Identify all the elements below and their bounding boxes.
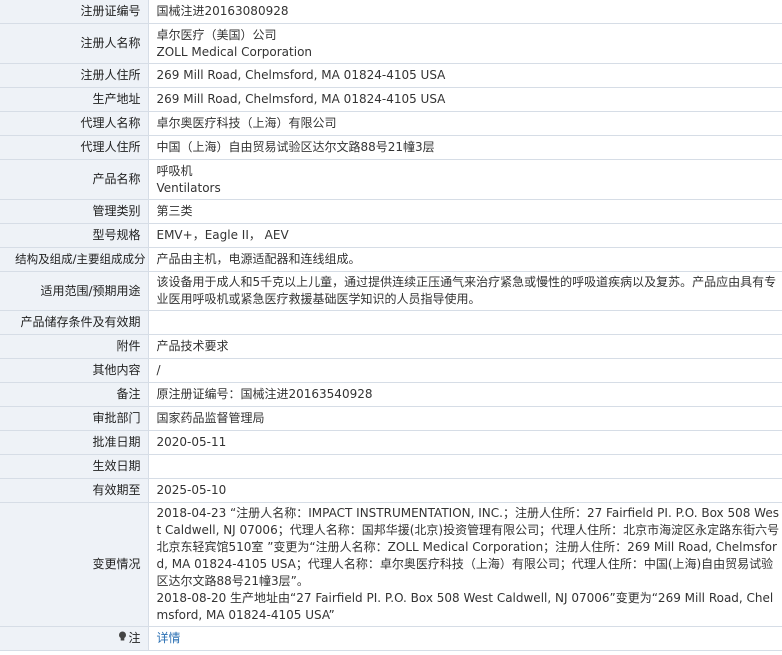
row-approval-department: 审批部门 国家药品监督管理局 [0,406,782,431]
row-label: 产品名称 [0,159,149,200]
row-value: 该设备用于成人和5千克以上儿童，通过提供连续正压通气来治疗紧急或慢性的呼吸道疾病… [148,271,782,311]
note-label: 注 [128,631,141,645]
row-value: 产品技术要求 [148,334,782,359]
row-label: 代理人住所 [0,135,149,160]
note-value: 详情 [148,626,782,651]
row-label: 备注 [0,382,149,407]
registration-detail-table: 注册证编号 国械注进20163080928 注册人名称 卓尔医疗（美国）公司 Z… [0,0,782,651]
row-other-content: 其他内容 / [0,358,782,383]
row-management-category: 管理类别 第三类 [0,199,782,224]
row-agent-name: 代理人名称 卓尔奥医疗科技（上海）有限公司 [0,111,782,136]
lightbulb-icon [118,630,127,647]
row-label: 型号规格 [0,223,149,248]
row-value: 呼吸机 Ventilators [148,159,782,200]
row-value [148,454,782,479]
row-effective-date: 生效日期 [0,454,782,479]
details-link[interactable]: 详情 [157,631,181,645]
row-value: 2020-05-11 [148,430,782,455]
row-value: 卓尔医疗（美国）公司 ZOLL Medical Corporation [148,23,782,64]
row-label: 注册证编号 [0,0,149,24]
row-value: 卓尔奥医疗科技（上海）有限公司 [148,111,782,136]
row-label: 附件 [0,334,149,359]
note-label-cell: 注 [0,626,149,651]
row-registrant-name: 注册人名称 卓尔医疗（美国）公司 ZOLL Medical Corporatio… [0,23,782,64]
row-label: 审批部门 [0,406,149,431]
row-label: 批准日期 [0,430,149,455]
row-label: 注册人名称 [0,23,149,64]
row-note: 注 详情 [0,626,782,651]
row-product-name: 产品名称 呼吸机 Ventilators [0,159,782,200]
row-storage: 产品储存条件及有效期 [0,310,782,335]
row-attachment: 附件 产品技术要求 [0,334,782,359]
row-structure: 结构及组成/主要组成成分 产品由主机，电源适配器和连线组成。 [0,247,782,272]
row-expiry-date: 有效期至 2025-05-10 [0,478,782,503]
row-label: 代理人名称 [0,111,149,136]
row-label: 变更情况 [0,502,149,627]
row-value: 2025-05-10 [148,478,782,503]
row-remarks: 备注 原注册证编号：国械注进20163540928 [0,382,782,407]
row-value [148,310,782,335]
row-value: 269 Mill Road, Chelmsford, MA 01824-4105… [148,63,782,88]
row-label: 生效日期 [0,454,149,479]
row-value: 国家药品监督管理局 [148,406,782,431]
row-value: / [148,358,782,383]
row-label: 产品储存条件及有效期 [0,310,149,335]
row-registrant-address: 注册人住所 269 Mill Road, Chelmsford, MA 0182… [0,63,782,88]
row-change-history: 变更情况 2018-04-23 “注册人名称：IMPACT INSTRUMENT… [0,502,782,627]
row-value: 国械注进20163080928 [148,0,782,24]
row-value: 原注册证编号：国械注进20163540928 [148,382,782,407]
row-value: 中国（上海）自由贸易试验区达尔文路88号21幢3层 [148,135,782,160]
row-label: 注册人住所 [0,63,149,88]
row-model-spec: 型号规格 EMV+，Eagle II， AEV [0,223,782,248]
row-value: 产品由主机，电源适配器和连线组成。 [148,247,782,272]
row-label: 适用范围/预期用途 [0,271,149,311]
row-label: 结构及组成/主要组成成分 [0,247,149,272]
row-value: EMV+，Eagle II， AEV [148,223,782,248]
row-label: 其他内容 [0,358,149,383]
row-agent-address: 代理人住所 中国（上海）自由贸易试验区达尔文路88号21幢3层 [0,135,782,160]
row-intended-use: 适用范围/预期用途 该设备用于成人和5千克以上儿童，通过提供连续正压通气来治疗紧… [0,271,782,311]
row-production-address: 生产地址 269 Mill Road, Chelmsford, MA 01824… [0,87,782,112]
row-label: 管理类别 [0,199,149,224]
row-registration-number: 注册证编号 国械注进20163080928 [0,0,782,24]
row-approval-date: 批准日期 2020-05-11 [0,430,782,455]
row-value: 269 Mill Road, Chelmsford, MA 01824-4105… [148,87,782,112]
row-label: 生产地址 [0,87,149,112]
row-value: 2018-04-23 “注册人名称：IMPACT INSTRUMENTATION… [148,502,782,627]
row-value: 第三类 [148,199,782,224]
row-label: 有效期至 [0,478,149,503]
